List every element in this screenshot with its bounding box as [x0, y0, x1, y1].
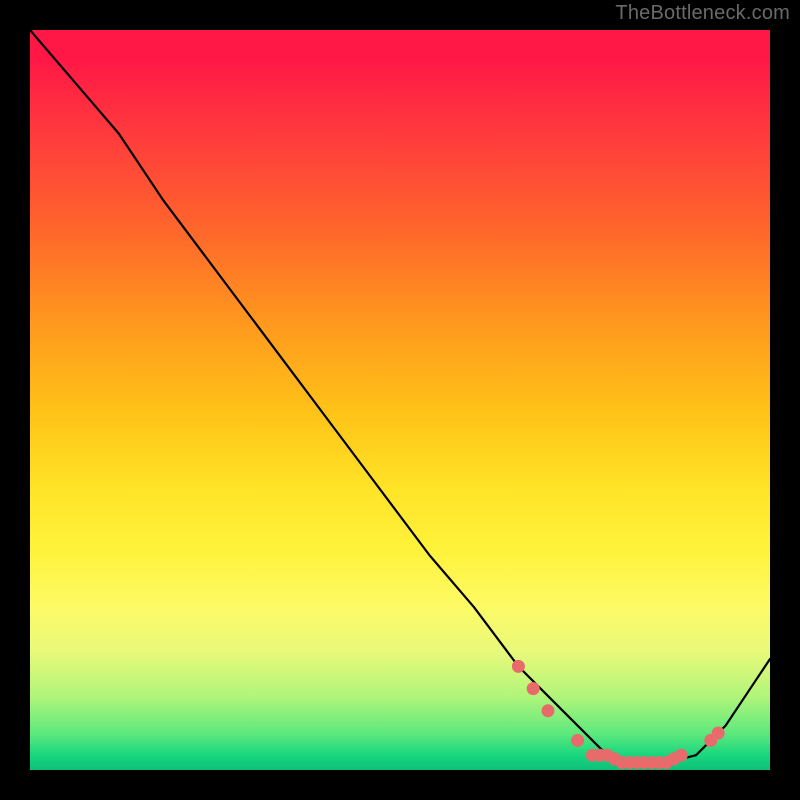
- chart-svg: [30, 30, 770, 770]
- chart-frame: TheBottleneck.com: [0, 0, 800, 800]
- watermark-text: TheBottleneck.com: [615, 2, 790, 25]
- highlight-dot: [571, 734, 584, 747]
- bottleneck-curve: [30, 30, 770, 763]
- highlight-dot: [712, 727, 725, 740]
- highlight-dot: [512, 660, 525, 673]
- chart-plot-area: [30, 30, 770, 770]
- highlight-dot: [542, 704, 555, 717]
- highlight-dot: [675, 749, 688, 762]
- highlight-dot: [527, 682, 540, 695]
- highlight-dots-group: [512, 660, 725, 769]
